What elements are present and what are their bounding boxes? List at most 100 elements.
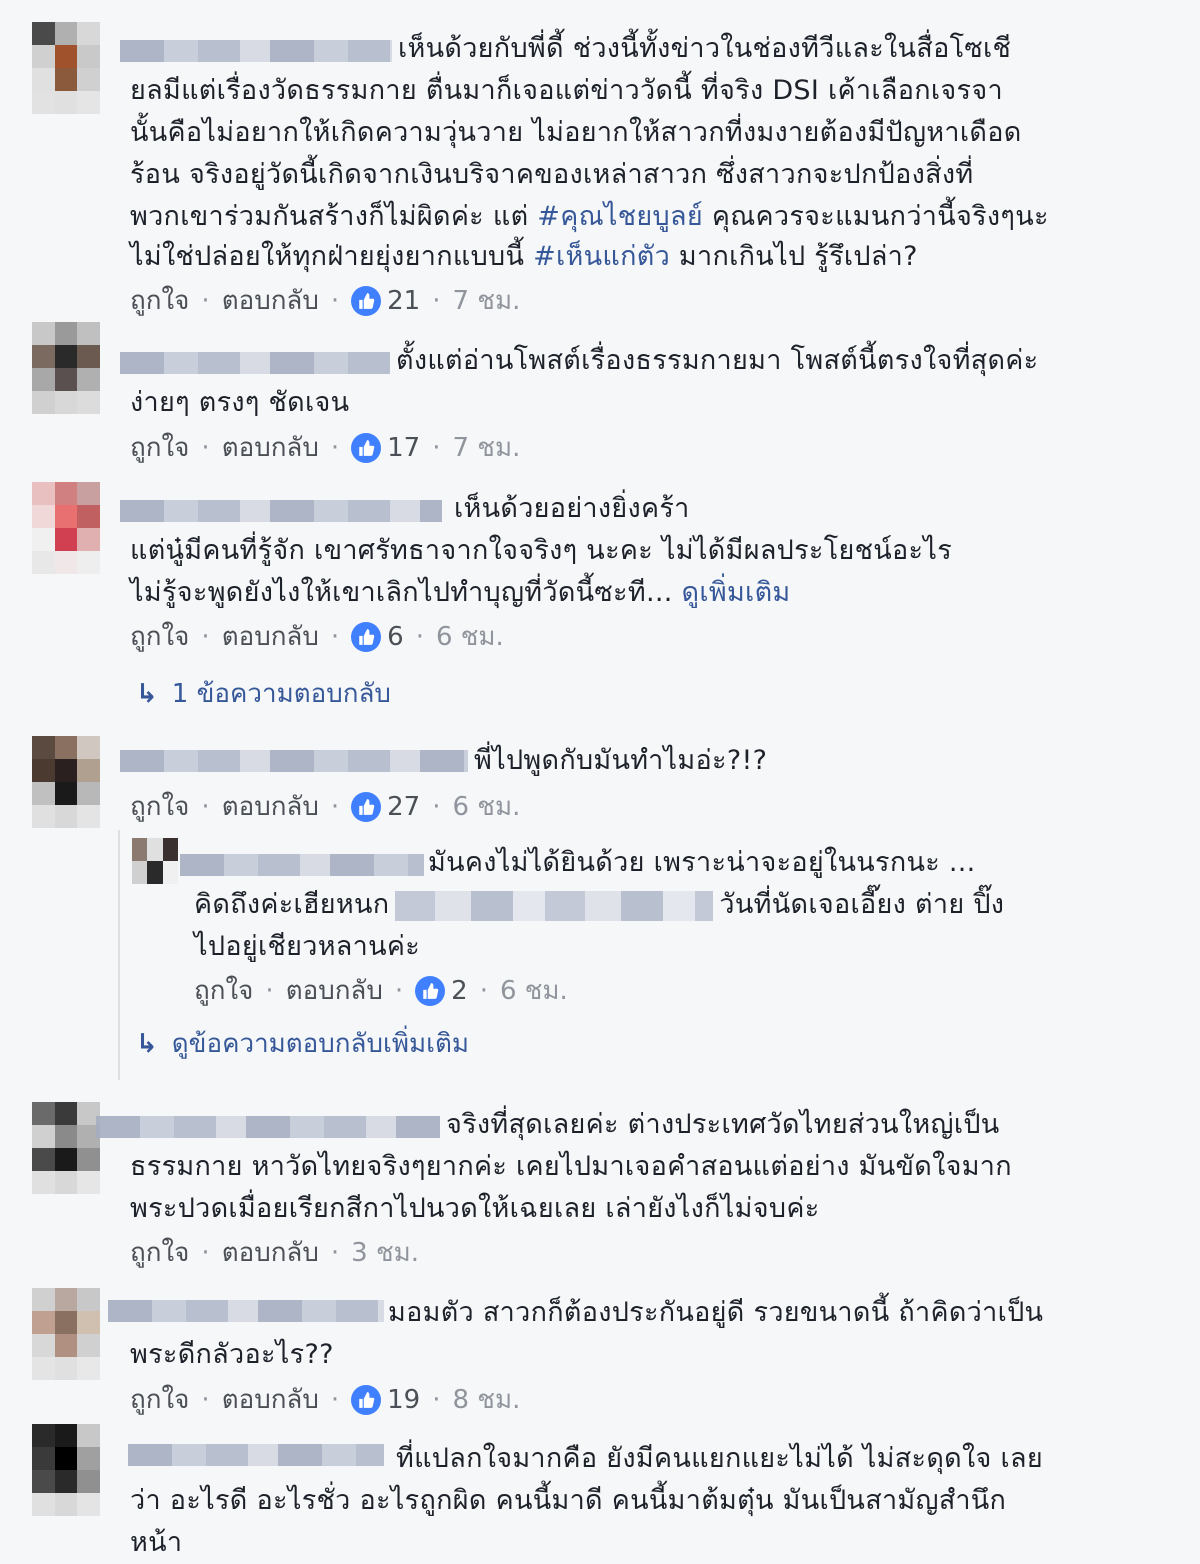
hashtag-link[interactable]: #คุณไชยบูลย์ [537,201,703,232]
like-button[interactable]: ถูกใจ [130,430,189,466]
comment-text: หน้า [130,1527,183,1558]
like-button[interactable]: ถูกใจ [130,1235,189,1271]
separator: · [415,622,424,652]
timestamp[interactable]: 3 ชม. [351,1235,419,1271]
separator: · [201,1385,210,1415]
comment-text: พระดีกลัวอะไร?? [130,1339,334,1370]
reply-button[interactable]: ตอบกลับ [222,619,319,655]
like-button[interactable]: ถูกใจ [130,283,189,319]
comment-text: นั้นคือไม่อยากให้เกิดความวุ่นวาย ไม่อยาก… [130,117,1022,148]
reply-button[interactable]: ตอบกลับ [222,789,319,825]
reply-button[interactable]: ตอบกลับ [222,1235,319,1271]
comment-text: ไม่ใช่ปล่อยให้ทุกฝ่ายยุ่งยากแบบนี้ #เห็น… [130,241,918,272]
hashtag-link[interactable]: #เห็นแก่ตัว [533,241,670,272]
author-name[interactable] [120,40,392,62]
avatar[interactable] [32,482,100,574]
mentioned-name[interactable] [395,890,714,921]
like-count[interactable]: 2 [451,973,468,1009]
more-replies-link[interactable]: ↳ ดูข้อความตอบกลับเพิ่มเติม [136,1026,469,1062]
comment-text: ยลมีแต่เรื่องวัดธรรมกาย ตื่นมาก็เจอแต่ข่… [130,75,1003,106]
avatar[interactable] [132,838,178,884]
like-count[interactable]: 17 [387,430,420,466]
author-name[interactable] [96,1116,440,1138]
comment-actions: ถูกใจ · ตอบกลับ · 27 · 6 ชม. [130,789,520,825]
avatar[interactable] [32,1288,100,1380]
separator: · [201,1238,210,1268]
reply-arrow-icon: ↳ [136,1029,158,1059]
like-count[interactable]: 6 [387,619,404,655]
thread-line [118,830,120,1080]
comment-actions: ถูกใจ · ตอบกลับ · 17 · 7 ชม. [130,430,520,466]
timestamp[interactable]: 8 ชม. [453,1382,521,1418]
separator: · [330,286,340,316]
comment-text: ตั้งแต่อ่านโพสต์เรื่องธรรมกายมา โพสต์นี้… [396,345,1039,376]
separator: · [330,1238,340,1268]
timestamp[interactable]: 7 ชม. [453,430,521,466]
timestamp[interactable]: 7 ชม. [453,283,521,319]
avatar[interactable] [32,322,100,414]
author-name[interactable] [108,1300,384,1322]
comment-text: เห็นด้วยอย่างยิ่งคร้า [454,493,690,524]
avatar[interactable] [32,736,100,828]
like-count[interactable]: 19 [387,1382,420,1418]
comment-actions: ถูกใจ · ตอบกลับ · 21 · 7 ชม. [130,283,520,319]
author-name[interactable] [128,1444,384,1466]
reply-button[interactable]: ตอบกลับ [286,973,383,1009]
comment-text: พระปวดเมื่อยเรียกสีกาไปนวดให้เฉยเลย เล่า… [130,1193,820,1224]
separator: · [432,286,441,316]
reply-arrow-icon: ↳ [136,679,158,709]
separator: · [394,976,404,1006]
separator: · [201,286,210,316]
comment-text: เห็นด้วยกับพี่ดี้ ช่วงนี้ทั้งข่าวในช่องท… [398,33,1012,64]
separator: · [432,792,441,822]
like-thumb-icon[interactable] [351,1385,382,1415]
see-more-link[interactable]: ดูเพิ่มเติม [681,577,790,608]
author-name[interactable] [180,854,424,876]
view-replies-link[interactable]: ↳ 1 ข้อความตอบกลับ [136,676,391,712]
comment-actions: ถูกใจ · ตอบกลับ · 19 · 8 ชม. [130,1382,520,1418]
author-name[interactable] [120,500,442,522]
avatar[interactable] [32,22,100,114]
comment-text: ง่ายๆ ตรงๆ ชัดเจน [130,387,350,418]
like-button[interactable]: ถูกใจ [130,1382,189,1418]
reply-button[interactable]: ตอบกลับ [222,283,319,319]
separator: · [432,1385,441,1415]
comment-text: ไม่รู้จะพูดยังไงให้เขาเลิกไปทำบุญที่วัดน… [130,577,791,608]
reply-button[interactable]: ตอบกลับ [222,430,319,466]
comment-actions: ถูกใจ · ตอบกลับ · 3 ชม. [130,1235,419,1271]
author-name[interactable] [120,352,390,374]
separator: · [330,792,340,822]
comment-text: ธรรมกาย หาวัดไทยจริงๆยากค่ะ เคยไปมาเจอคำ… [130,1151,1012,1182]
like-thumb-icon[interactable] [351,286,382,316]
like-thumb-icon[interactable] [351,433,382,463]
comment-text: พี่ไปพูดกับมันทำไมอ่ะ?!? [474,745,768,776]
separator: · [479,976,488,1006]
like-button[interactable]: ถูกใจ [130,619,189,655]
avatar[interactable] [32,1424,100,1516]
reply-actions: ถูกใจ · ตอบกลับ · 2 · 6 ชม. [194,973,568,1009]
separator: · [330,433,340,463]
reply-button[interactable]: ตอบกลับ [222,1382,319,1418]
comment-text: ที่แปลกใจมากคือ ยังมีคนแยกแยะไม่ได้ ไม่ส… [396,1443,1043,1474]
like-button[interactable]: ถูกใจ [130,789,189,825]
comment-text: พวกเขาร่วมกันสร้างก็ไม่ผิดค่ะ แต่ #คุณไช… [130,201,1049,232]
comment-text: ร้อน จริงอยู่วัดนี้เกิดจากเงินบริจาคของเ… [130,159,974,190]
like-count[interactable]: 27 [387,789,420,825]
separator: · [432,433,441,463]
like-button[interactable]: ถูกใจ [194,973,253,1009]
timestamp[interactable]: 6 ชม. [500,973,568,1009]
comment-text: ว่า อะไรดี อะไรชั่ว อะไรถูกผิด คนนี้มาดี… [130,1485,1007,1516]
separator: · [201,433,210,463]
timestamp[interactable]: 6 ชม. [436,619,504,655]
like-thumb-icon[interactable] [351,792,382,822]
separator: · [201,622,210,652]
author-name[interactable] [120,750,468,772]
avatar[interactable] [32,1102,100,1194]
like-thumb-icon[interactable] [415,976,446,1006]
timestamp[interactable]: 6 ชม. [453,789,521,825]
comment-text: แต่นู๋มีคนที่รู้จัก เขาศรัทธาจากใจจริงๆ … [130,535,953,566]
like-count[interactable]: 21 [387,283,420,319]
like-thumb-icon[interactable] [351,622,382,652]
separator: · [330,622,340,652]
comment-actions: ถูกใจ · ตอบกลับ · 6 · 6 ชม. [130,619,504,655]
